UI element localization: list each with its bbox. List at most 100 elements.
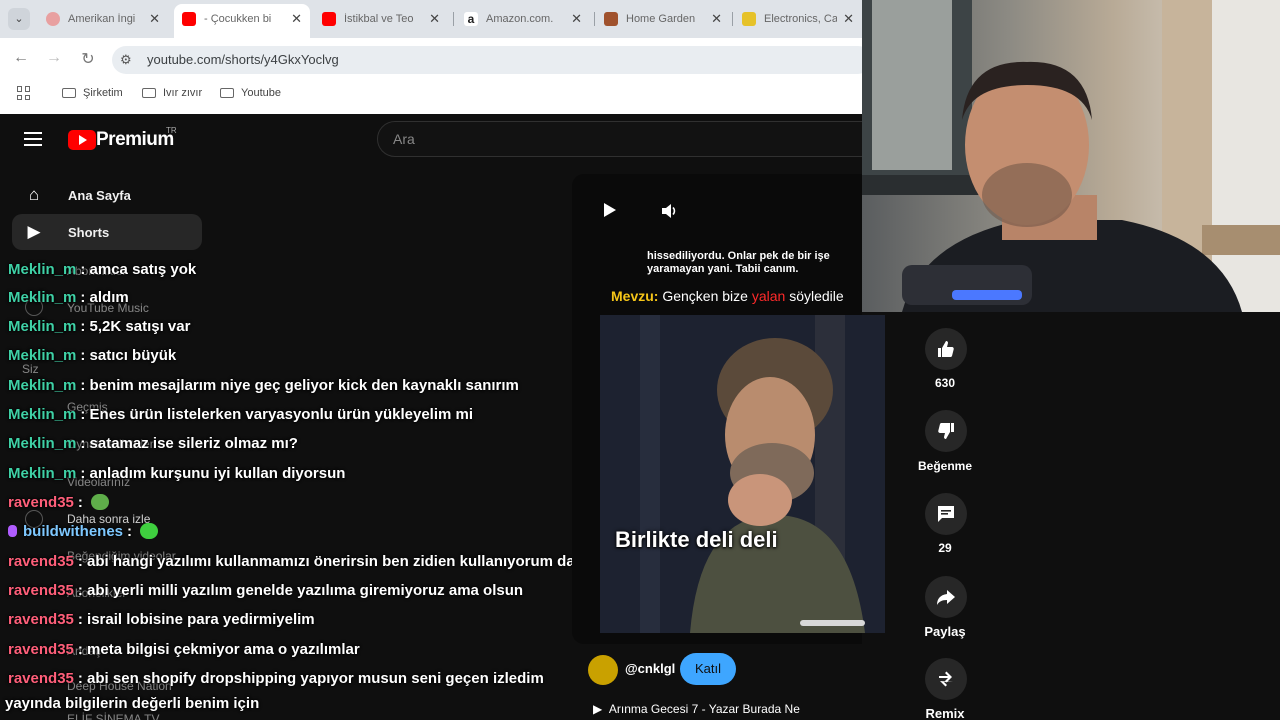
channel-avatar[interactable] [588, 655, 618, 685]
chat-text: amca satış yok [89, 261, 197, 278]
join-button[interactable]: Katıl [680, 653, 736, 685]
next-video-link[interactable]: ▶ Arınma Gecesi 7 - Yazar Burada Ne [593, 702, 800, 716]
tab-search-dropdown[interactable]: ⌄ [8, 8, 30, 30]
mevzu-text: söyledile [789, 288, 844, 304]
chat-text: abi sen shopify dropshipping yapıyor mus… [87, 670, 544, 687]
forward-icon[interactable]: → [44, 49, 64, 67]
chat-username: Meklin_m [8, 465, 77, 482]
chat-username: Meklin_m [8, 406, 77, 423]
video-frame[interactable] [600, 315, 885, 633]
chat-message: Meklin_m: satamaz ise sileriz olmaz mı? [8, 435, 298, 452]
chat-message: ravend35: meta bilgisi çekmiyor ama o ya… [8, 641, 360, 658]
like-button[interactable] [925, 328, 967, 370]
home-icon: ⌂ [28, 185, 40, 204]
folder-icon [142, 88, 156, 98]
remix-button[interactable] [925, 658, 967, 700]
bookmark-sirketim[interactable]: Şirketim [62, 87, 123, 99]
video-overlay-title: Mevzu: Gençken bize yalan söyledile [611, 288, 862, 304]
share-button[interactable] [925, 576, 967, 618]
remix-icon [939, 671, 953, 687]
sidebar-item-shorts[interactable]: ▶ Shorts [12, 214, 202, 250]
remix-label: Remix [925, 706, 965, 720]
url-text[interactable]: youtube.com/shorts/y4GkxYoclvg [147, 52, 339, 67]
chat-text: yayında bilgilerin değerli benim için [5, 695, 260, 712]
chat-message: Meklin_m: satıcı büyük [8, 347, 177, 364]
chat-username: Meklin_m [8, 347, 77, 364]
chat-username: Meklin_m [8, 435, 77, 452]
volume-icon[interactable] [661, 203, 677, 219]
tab-title: - Çocukken bi [204, 13, 272, 25]
comment-count: 29 [938, 541, 952, 555]
chat-username: Meklin_m [8, 261, 77, 278]
sidebar-ghost-item[interactable]: Siz [22, 362, 39, 376]
tab-title: Amazon.com. [486, 13, 554, 25]
comment-icon [938, 506, 954, 522]
chat-message: ravend35: abi yerli milli yazılım geneld… [8, 582, 524, 599]
video-subtitle: hissediliyordu. Onlar pek de bir işe yar… [647, 250, 830, 275]
site-settings-icon[interactable]: ⚙ [120, 52, 132, 68]
tab-title: Electronics, Ca [764, 13, 838, 25]
tab-separator [453, 12, 454, 26]
tab-0[interactable]: Amerikan İngi ✕ [38, 6, 168, 32]
tab-2[interactable]: İstikbal ve Teo ✕ [314, 6, 448, 32]
next-video-title: Arınma Gecesi 7 - Yazar Burada Ne [608, 702, 800, 716]
tab-title: Amerikan İngi [68, 13, 136, 25]
close-icon[interactable]: ✕ [291, 11, 302, 27]
tab-separator [732, 12, 733, 26]
youtube-logo-icon[interactable] [68, 130, 96, 150]
man-in-video-image [600, 315, 885, 633]
bookmark-ivir-zivir[interactable]: Ivır zıvır [142, 87, 202, 99]
tab-5[interactable]: Electronics, Ca ✕ [734, 6, 862, 32]
like-count: 630 [934, 376, 956, 390]
chat-text: anladım kurşunu iyi kullan diyorsun [89, 465, 346, 482]
sidebar-ghost-item[interactable]: ELİF SİNEMA TV [67, 712, 159, 720]
apps-icon[interactable] [17, 86, 31, 100]
chat-text: benim mesajlarım niye geç geliyor kick d… [89, 377, 519, 394]
channel-name[interactable]: @cnklgl [625, 661, 675, 676]
mevzu-text: Gençken bize [662, 288, 748, 304]
chat-text: satıcı büyük [89, 347, 177, 364]
globe-icon [46, 12, 60, 26]
chat-text: abi hangi yazılımı kullanmamızı önerirsi… [87, 553, 575, 570]
play-icon[interactable] [604, 203, 616, 217]
close-icon[interactable]: ✕ [843, 11, 854, 27]
tab-4[interactable]: Home Garden ✕ [596, 6, 730, 32]
dislike-icon [938, 423, 954, 439]
chat-message: ravend35: abi hangi yazılımı kullanmamız… [8, 553, 575, 570]
chat-message: Meklin_m: Enes ürün listelerken varyasyo… [8, 406, 474, 423]
close-icon[interactable]: ✕ [429, 11, 440, 27]
menu-icon[interactable] [24, 132, 42, 146]
close-icon[interactable]: ✕ [711, 11, 722, 27]
tab-3[interactable]: a Amazon.com. ✕ [456, 6, 590, 32]
chat-text: 5,2K satışı var [89, 318, 191, 335]
like-icon [938, 341, 954, 357]
youtube-brand[interactable]: Premium [96, 129, 174, 151]
dislike-label: Beğenme [917, 459, 973, 473]
bookmark-youtube[interactable]: Youtube [220, 87, 281, 99]
back-icon[interactable]: ← [11, 49, 31, 67]
close-icon[interactable]: ✕ [571, 11, 582, 27]
folder-icon [220, 88, 234, 98]
chat-message: Meklin_m: amca satış yok [8, 261, 197, 278]
sidebar-item-home[interactable]: ⌂ Ana Sayfa [12, 177, 202, 213]
comment-button[interactable] [925, 493, 967, 535]
video-caption: Birlikte deli deli [615, 527, 778, 552]
tab-title: Home Garden [626, 13, 696, 25]
dislike-button[interactable] [925, 410, 967, 452]
search-input[interactable] [377, 121, 877, 157]
chat-username: Meklin_m [8, 289, 77, 306]
reload-icon[interactable]: ↻ [78, 49, 98, 69]
region-code: TR [166, 126, 177, 135]
mevzu-highlight: yalan [751, 288, 786, 304]
close-icon[interactable]: ✕ [149, 11, 160, 27]
chat-message: buildwithenes: [8, 523, 159, 540]
chat-username: buildwithenes [23, 523, 124, 540]
chat-message: ravend35: [8, 494, 110, 511]
chat-text: aldım [89, 289, 129, 306]
chat-text: Enes ürün listelerken varyasyonlu ürün y… [89, 406, 474, 423]
share-label: Paylaş [924, 624, 966, 639]
streamer-webcam-image [862, 0, 1280, 312]
store-icon [742, 12, 756, 26]
tab-1-active[interactable]: - Çocukken bi ✕ [174, 4, 310, 38]
chat-message: Meklin_m: aldım [8, 289, 129, 306]
